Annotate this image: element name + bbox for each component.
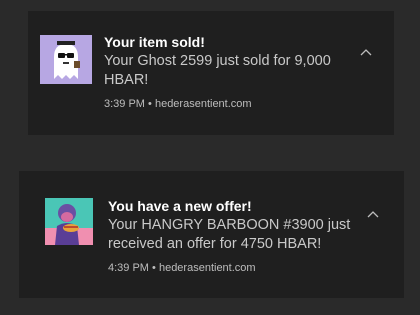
- notification-message: Your Ghost 2599 just sold for 9,000 HBAR…: [104, 53, 331, 88]
- notification-title: You have a new offer!: [108, 198, 252, 214]
- notification-toast-item-sold[interactable]: Your item sold! Your Ghost 2599 just sol…: [28, 11, 394, 135]
- notification-time: 3:39 PM: [104, 98, 145, 110]
- meta-separator: •: [152, 262, 156, 274]
- collapse-chevron-up-icon[interactable]: [358, 45, 374, 57]
- notification-source: hederasentient.com: [154, 98, 252, 110]
- notification-title: Your item sold!: [104, 34, 205, 50]
- notification-meta: 3:39 PM • hederasentient.com: [104, 98, 252, 110]
- notification-message: Your HANGRY BARBOON #3900 just received …: [108, 217, 351, 252]
- barboon-nft-thumbnail: [45, 198, 93, 245]
- notification-toast-new-offer[interactable]: You have a new offer! Your HANGRY BARBOO…: [19, 171, 404, 298]
- collapse-chevron-up-icon[interactable]: [365, 207, 381, 219]
- notification-time: 4:39 PM: [108, 262, 149, 274]
- notification-source: hederasentient.com: [158, 262, 256, 274]
- ghost-nft-thumbnail: [40, 35, 92, 84]
- meta-separator: •: [148, 98, 152, 110]
- notification-meta: 4:39 PM • hederasentient.com: [108, 262, 256, 274]
